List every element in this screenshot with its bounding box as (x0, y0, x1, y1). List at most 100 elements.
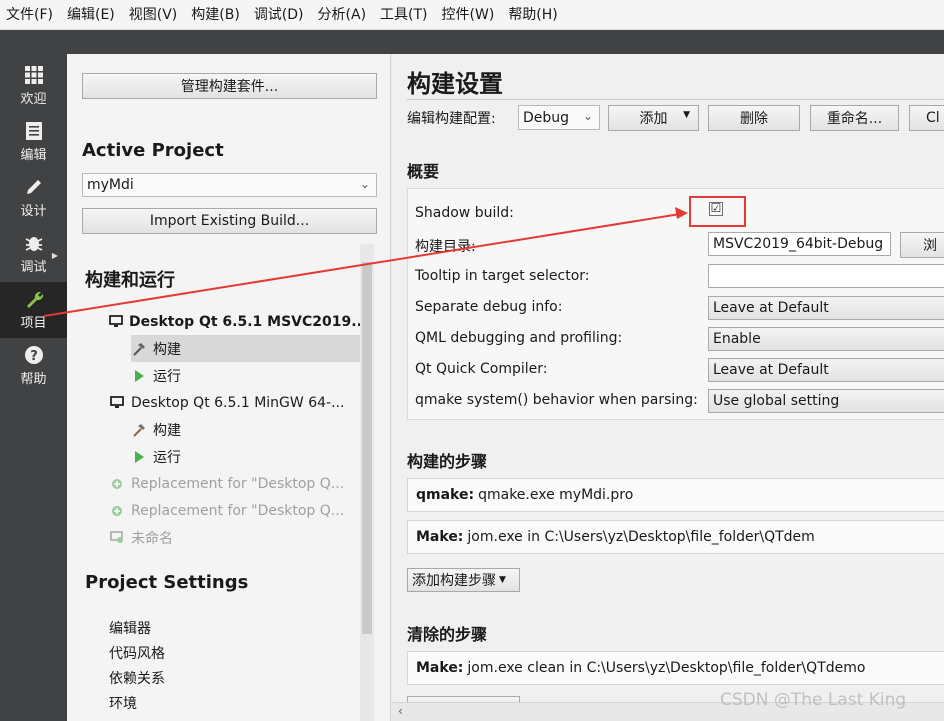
mode-edit[interactable]: 编辑 (0, 114, 67, 170)
menu-edit[interactable]: 编辑(E) (60, 0, 122, 30)
title-divider (407, 99, 944, 100)
menu-bar: 文件(F) 编辑(E) 视图(V) 构建(B) 调试(D) 分析(A) 工具(T… (0, 0, 944, 30)
hammer-icon (131, 422, 147, 438)
mode-help[interactable]: ? 帮助 (0, 338, 67, 394)
build-run-heading: 构建和运行 (85, 270, 175, 291)
project-combo[interactable]: myMdi ⌄ (82, 173, 377, 197)
kit-mingw-build-label: 构建 (153, 422, 181, 439)
shadow-build-label: Shadow build: (415, 205, 514, 221)
mode-design[interactable]: 设计 (0, 170, 67, 226)
project-navigation-pane: 管理构建套件... Active Project myMdi ⌄ Import … (67, 54, 391, 721)
mode-welcome-label: 欢迎 (20, 92, 47, 107)
toolbar-strip (0, 30, 944, 54)
document-icon (25, 122, 42, 140)
build-config-value: Debug (523, 109, 570, 126)
kit-msvc-build-item[interactable]: 构建 (131, 335, 360, 362)
mode-edit-label: 编辑 (20, 148, 47, 163)
run-icon (131, 368, 147, 384)
tooltip-label: Tooltip in target selector: (415, 268, 590, 284)
kit-mingw-build-item[interactable]: 构建 (131, 416, 360, 443)
mode-selector: 欢迎 编辑 设计 调试 ▶ 项目 ? 帮助 (0, 54, 67, 721)
scroll-left-icon[interactable]: ‹ (398, 704, 403, 718)
mode-projects[interactable]: 项目 (0, 282, 67, 338)
settings-editor-item[interactable]: 编辑器 (109, 618, 151, 638)
make-step[interactable]: Make: jom.exe in C:\Users\yz\Desktop\fil… (407, 520, 944, 554)
separate-debug-label: Separate debug info: (415, 299, 563, 315)
menu-controls[interactable]: 控件(W) (435, 0, 502, 30)
mode-help-label: 帮助 (20, 372, 47, 387)
kit-mingw-run-item[interactable]: 运行 (131, 443, 360, 470)
settings-dependencies-item[interactable]: 依赖关系 (109, 668, 165, 688)
make-step-detail: jom.exe in C:\Users\yz\Desktop\file_fold… (467, 529, 815, 545)
kit-msvc-run-item[interactable]: 运行 (131, 362, 360, 389)
make-step-name: Make: (416, 529, 464, 545)
mode-debug[interactable]: 调试 ▶ (0, 226, 67, 282)
monitor-icon (109, 395, 125, 411)
add-config-button[interactable]: 添加 ▼ (608, 105, 699, 131)
mode-projects-label: 项目 (20, 316, 47, 331)
kit-msvc-label: Desktop Qt 6.5.1 MSVC2019... (129, 313, 368, 330)
clone-config-button[interactable]: Cl (909, 105, 944, 131)
kit-mingw-item[interactable]: Desktop Qt 6.5.1 MinGW 64-... (109, 389, 359, 416)
chevron-down-icon: ⌄ (582, 109, 593, 123)
wrench-icon (26, 291, 43, 308)
watermark-text: CSDN @The Last King (720, 690, 907, 710)
mode-welcome[interactable]: 欢迎 (0, 58, 67, 114)
clean-steps-heading: 清除的步骤 (407, 625, 488, 644)
replacement-kit-label: Replacement for "Desktop Q... (131, 475, 345, 492)
add-build-step-button[interactable]: 添加构建步骤 ▼ (407, 568, 520, 592)
build-dir-input[interactable]: MSVC2019_64bit-Debug (708, 232, 891, 256)
delete-config-button[interactable]: 删除 (708, 105, 800, 131)
unnamed-kit-label: 未命名 (131, 530, 173, 547)
page-title: 构建设置 (407, 70, 503, 98)
svg-text:?: ? (30, 349, 38, 364)
plus-circle-icon (109, 476, 125, 492)
kit-mingw-label: Desktop Qt 6.5.1 MinGW 64-... (131, 394, 345, 411)
config-label: 编辑构建配置: (407, 111, 496, 127)
rename-config-button[interactable]: 重命名... (810, 105, 899, 131)
mode-debug-label: 调试 (20, 260, 47, 275)
menu-view[interactable]: 视图(V) (122, 0, 185, 30)
clean-make-step[interactable]: Make: jom.exe clean in C:\Users\yz\Deskt… (407, 651, 944, 685)
nav-scrollbar-thumb[interactable] (362, 262, 372, 634)
bug-icon (25, 237, 42, 251)
qml-debug-label: QML debugging and profiling: (415, 330, 623, 346)
build-config-select[interactable]: Debug ⌄ (518, 105, 600, 130)
settings-environment-item[interactable]: 环境 (109, 693, 137, 713)
separate-debug-select[interactable]: Leave at Default (708, 296, 944, 320)
quick-compiler-select[interactable]: Leave at Default (708, 358, 944, 382)
menu-build[interactable]: 构建(B) (184, 0, 247, 30)
qmake-behavior-select[interactable]: Use global setting (708, 389, 944, 413)
dropdown-arrow-icon: ▼ (499, 575, 506, 585)
menu-analyze[interactable]: 分析(A) (311, 0, 374, 30)
menu-debug[interactable]: 调试(D) (247, 0, 311, 30)
unnamed-kit-item[interactable]: 未命名 (109, 524, 359, 551)
replacement-kit-item[interactable]: Replacement for "Desktop Q... (109, 497, 359, 524)
browse-button[interactable]: 浏 (900, 232, 944, 258)
plus-circle-icon (109, 503, 125, 519)
clean-make-step-name: Make: (416, 660, 464, 676)
project-combo-value: myMdi (87, 177, 134, 193)
help-icon: ? (24, 346, 43, 364)
mode-design-label: 设计 (20, 204, 47, 219)
build-settings-panel: 构建设置 编辑构建配置: Debug ⌄ 添加 ▼ 删除 重命名... Cl 概… (392, 54, 944, 721)
kit-mingw-run-label: 运行 (153, 449, 181, 466)
manage-kits-button[interactable]: 管理构建套件... (82, 73, 377, 99)
menu-file[interactable]: 文件(F) (0, 0, 60, 30)
active-project-heading: Active Project (82, 140, 224, 161)
kit-msvc-item[interactable]: Desktop Qt 6.5.1 MSVC2019... (109, 308, 367, 335)
qmake-step[interactable]: qmake: qmake.exe myMdi.pro (407, 478, 944, 512)
import-build-button[interactable]: Import Existing Build... (82, 208, 377, 234)
annotation-highlight-box (689, 196, 746, 227)
grid-icon (24, 66, 43, 84)
tooltip-input[interactable] (708, 264, 944, 288)
menu-help[interactable]: 帮助(H) (501, 0, 564, 30)
monitor-add-icon (109, 530, 125, 546)
qmake-step-name: qmake: (416, 487, 475, 503)
replacement-kit-item[interactable]: Replacement for "Desktop Q... (109, 470, 359, 497)
menu-tools[interactable]: 工具(T) (373, 0, 434, 30)
qml-debug-select[interactable]: Enable (708, 327, 944, 351)
settings-codestyle-item[interactable]: 代码风格 (109, 643, 165, 663)
clean-make-step-detail: jom.exe clean in C:\Users\yz\Desktop\fil… (467, 660, 866, 676)
run-icon (131, 449, 147, 465)
